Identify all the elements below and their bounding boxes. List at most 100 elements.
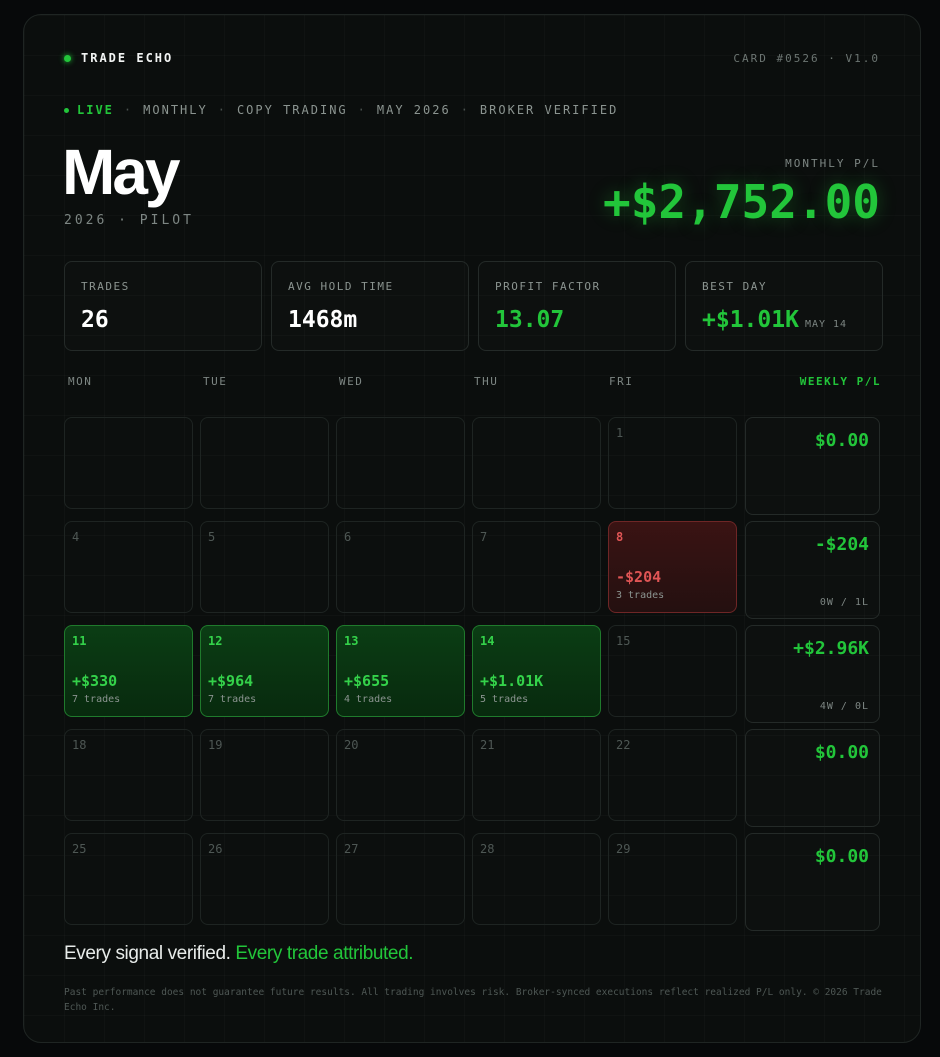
day-cell-12[interactable]: 12 +$964 7 trades [200, 625, 329, 717]
day-cell-4[interactable]: 4 [64, 521, 193, 613]
day-trade-count: 7 trades [72, 694, 121, 705]
day-cell-20[interactable]: 20 [336, 729, 465, 821]
day-number: 22 [616, 738, 631, 752]
card-id: CARD #0526 · V1.0 [733, 51, 880, 65]
stat-avg-hold-time: AVG HOLD TIME 1468m [271, 261, 469, 351]
weekday-mon: MON [68, 375, 93, 388]
month-title: May [62, 136, 180, 208]
tag-item: MONTHLY [143, 103, 208, 117]
tag-separator: · [460, 103, 470, 117]
day-pl: +$1.01K [480, 672, 544, 690]
weekday-wed: WED [339, 375, 364, 388]
day-number: 1 [616, 426, 624, 440]
day-cell-1[interactable]: 1 [608, 417, 737, 509]
day-cell-18[interactable]: 18 [64, 729, 193, 821]
day-cell-empty [336, 417, 465, 509]
tagline: LIVE · MONTHLY · COPY TRADING · MAY 2026… [64, 103, 618, 117]
day-number: 5 [208, 530, 216, 544]
day-number: 6 [344, 530, 352, 544]
day-cell-11[interactable]: 11 +$330 7 trades [64, 625, 193, 717]
tag-item: COPY TRADING [236, 103, 348, 117]
footer-statement: Every signal verified. Every trade attri… [64, 943, 414, 965]
weekly-pl-value: +$2.96K [793, 638, 869, 659]
tag-separator: · [123, 103, 134, 117]
day-cell-14[interactable]: 14 +$1.01K 5 trades [472, 625, 601, 717]
stat-trades: TRADES 26 [64, 261, 262, 351]
live-dot-icon [64, 54, 71, 62]
weekday-fri: FRI [609, 375, 634, 388]
day-number: 11 [72, 634, 87, 648]
day-number: 20 [344, 738, 359, 752]
day-cell-empty [200, 417, 329, 509]
pl-card: TRADE ECHO CARD #0526 · V1.0 LIVE · MONT… [23, 14, 921, 1043]
day-number: 8 [616, 530, 624, 544]
day-cell-22[interactable]: 22 [608, 729, 737, 821]
statement-primary: Every signal verified. [64, 943, 231, 964]
day-cell-5[interactable]: 5 [200, 521, 329, 613]
day-number: 28 [480, 842, 495, 856]
day-trade-count: 3 trades [616, 590, 665, 601]
weekly-pl-value: $0.00 [814, 742, 869, 763]
day-number: 15 [616, 634, 631, 648]
month-subtitle: 2026 · PILOT [64, 213, 194, 228]
weekly-pl-cell: +$2.96K 4W / 0L [745, 625, 880, 723]
tag-separator: · [217, 103, 227, 117]
day-number: 25 [72, 842, 87, 856]
brand: TRADE ECHO [64, 51, 173, 65]
day-number: 21 [480, 738, 495, 752]
stat-value: 1468m [288, 307, 358, 333]
day-cell-21[interactable]: 21 [472, 729, 601, 821]
stat-value: 13.07 [495, 307, 565, 333]
day-cell-27[interactable]: 27 [336, 833, 465, 925]
stat-label: BEST DAY [702, 280, 767, 293]
stat-sub: MAY 14 [804, 319, 848, 330]
day-cell-empty [64, 417, 193, 509]
stat-label: PROFIT FACTOR [495, 280, 601, 293]
weekly-pl-cell: -$204 0W / 1L [745, 521, 880, 619]
day-number: 29 [616, 842, 631, 856]
weekly-pl-value: -$204 [814, 534, 869, 555]
weekday-thu: THU [474, 375, 499, 388]
weekly-record: 4W / 0L [819, 701, 869, 712]
day-number: 19 [208, 738, 223, 752]
day-cell-15[interactable]: 15 [608, 625, 737, 717]
day-pl: -$204 [616, 568, 662, 586]
day-cell-13[interactable]: 13 +$655 4 trades [336, 625, 465, 717]
day-number: 13 [344, 634, 359, 648]
tag-item: MAY 2026 [376, 103, 451, 117]
weekly-pl-cell: $0.00 [745, 417, 880, 515]
day-number: 26 [208, 842, 223, 856]
day-cell-28[interactable]: 28 [472, 833, 601, 925]
day-pl: +$655 [344, 672, 390, 690]
stats-row: TRADES 26 AVG HOLD TIME 1468m PROFIT FAC… [64, 261, 883, 351]
day-cell-empty [472, 417, 601, 509]
day-cell-7[interactable]: 7 [472, 521, 601, 613]
stat-label: AVG HOLD TIME [288, 280, 394, 293]
day-number: 12 [208, 634, 223, 648]
weekly-record: 0W / 1L [819, 597, 869, 608]
day-cell-6[interactable]: 6 [336, 521, 465, 613]
live-label: LIVE [77, 103, 114, 117]
day-cell-19[interactable]: 19 [200, 729, 329, 821]
day-number: 4 [72, 530, 80, 544]
stat-best-day: BEST DAY +$1.01K MAY 14 [685, 261, 883, 351]
day-cell-8[interactable]: 8 -$204 3 trades [608, 521, 737, 613]
weekly-pl-value: $0.00 [814, 430, 869, 451]
tag-separator: · [357, 103, 367, 117]
monthly-pl-label: MONTHLY P/L [785, 157, 880, 170]
day-cell-29[interactable]: 29 [608, 833, 737, 925]
stat-profit-factor: PROFIT FACTOR 13.07 [478, 261, 676, 351]
day-pl: +$330 [72, 672, 118, 690]
day-cell-26[interactable]: 26 [200, 833, 329, 925]
day-trade-count: 4 trades [344, 694, 393, 705]
weekly-pl-cell: $0.00 [745, 833, 880, 931]
weekday-tue: TUE [203, 375, 228, 388]
day-cell-25[interactable]: 25 [64, 833, 193, 925]
stat-label: TRADES [81, 280, 130, 293]
live-badge: LIVE [64, 103, 114, 117]
day-pl: +$964 [208, 672, 254, 690]
monthly-pl-value: +$2,752.00 [603, 175, 880, 229]
stat-value: 26 [81, 307, 109, 333]
day-number: 14 [480, 634, 495, 648]
brand-name: TRADE ECHO [81, 51, 174, 65]
